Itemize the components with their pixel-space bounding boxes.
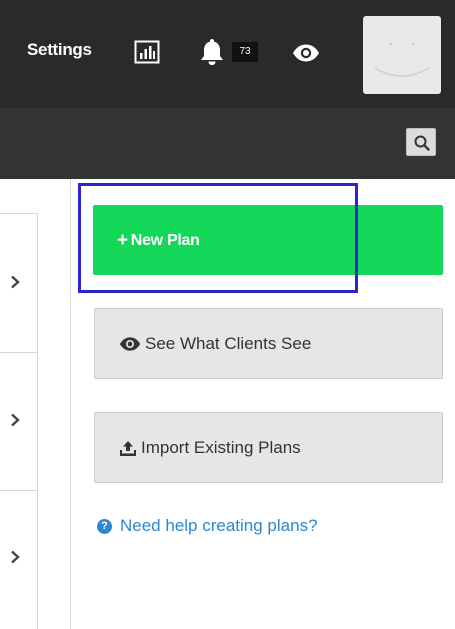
chevron-right-icon[interactable] [10,275,20,289]
eye-icon[interactable] [292,44,320,62]
help-link-label: Need help creating plans? [120,516,318,535]
highlight-annotation-box [78,183,358,293]
user-avatar[interactable] [363,16,441,94]
upload-icon [120,440,136,456]
list-divider [0,490,37,491]
smiley-face-icon [374,42,430,77]
help-creating-plans-link[interactable]: ? Need help creating plans? [97,516,318,536]
import-existing-plans-label: Import Existing Plans [141,438,301,457]
question-circle-icon: ? [97,518,112,534]
column-divider [70,179,71,629]
search-icon [414,135,430,151]
bar-chart-icon[interactable] [134,40,160,64]
settings-link[interactable]: Settings [27,40,92,60]
list-divider [0,352,37,353]
see-what-clients-see-button[interactable]: See What Clients See [94,308,443,379]
chevron-right-icon[interactable] [10,413,20,427]
sub-navigation-bar [0,108,455,179]
bell-icon[interactable] [198,37,226,67]
see-what-clients-see-label: See What Clients See [145,334,312,353]
chevron-right-icon[interactable] [10,550,20,564]
notification-count-badge[interactable]: 73 [232,42,258,62]
search-button[interactable] [406,128,436,156]
eye-icon [119,337,141,351]
top-navigation-bar: Settings 73 [0,0,455,108]
import-existing-plans-button[interactable]: Import Existing Plans [94,412,443,483]
